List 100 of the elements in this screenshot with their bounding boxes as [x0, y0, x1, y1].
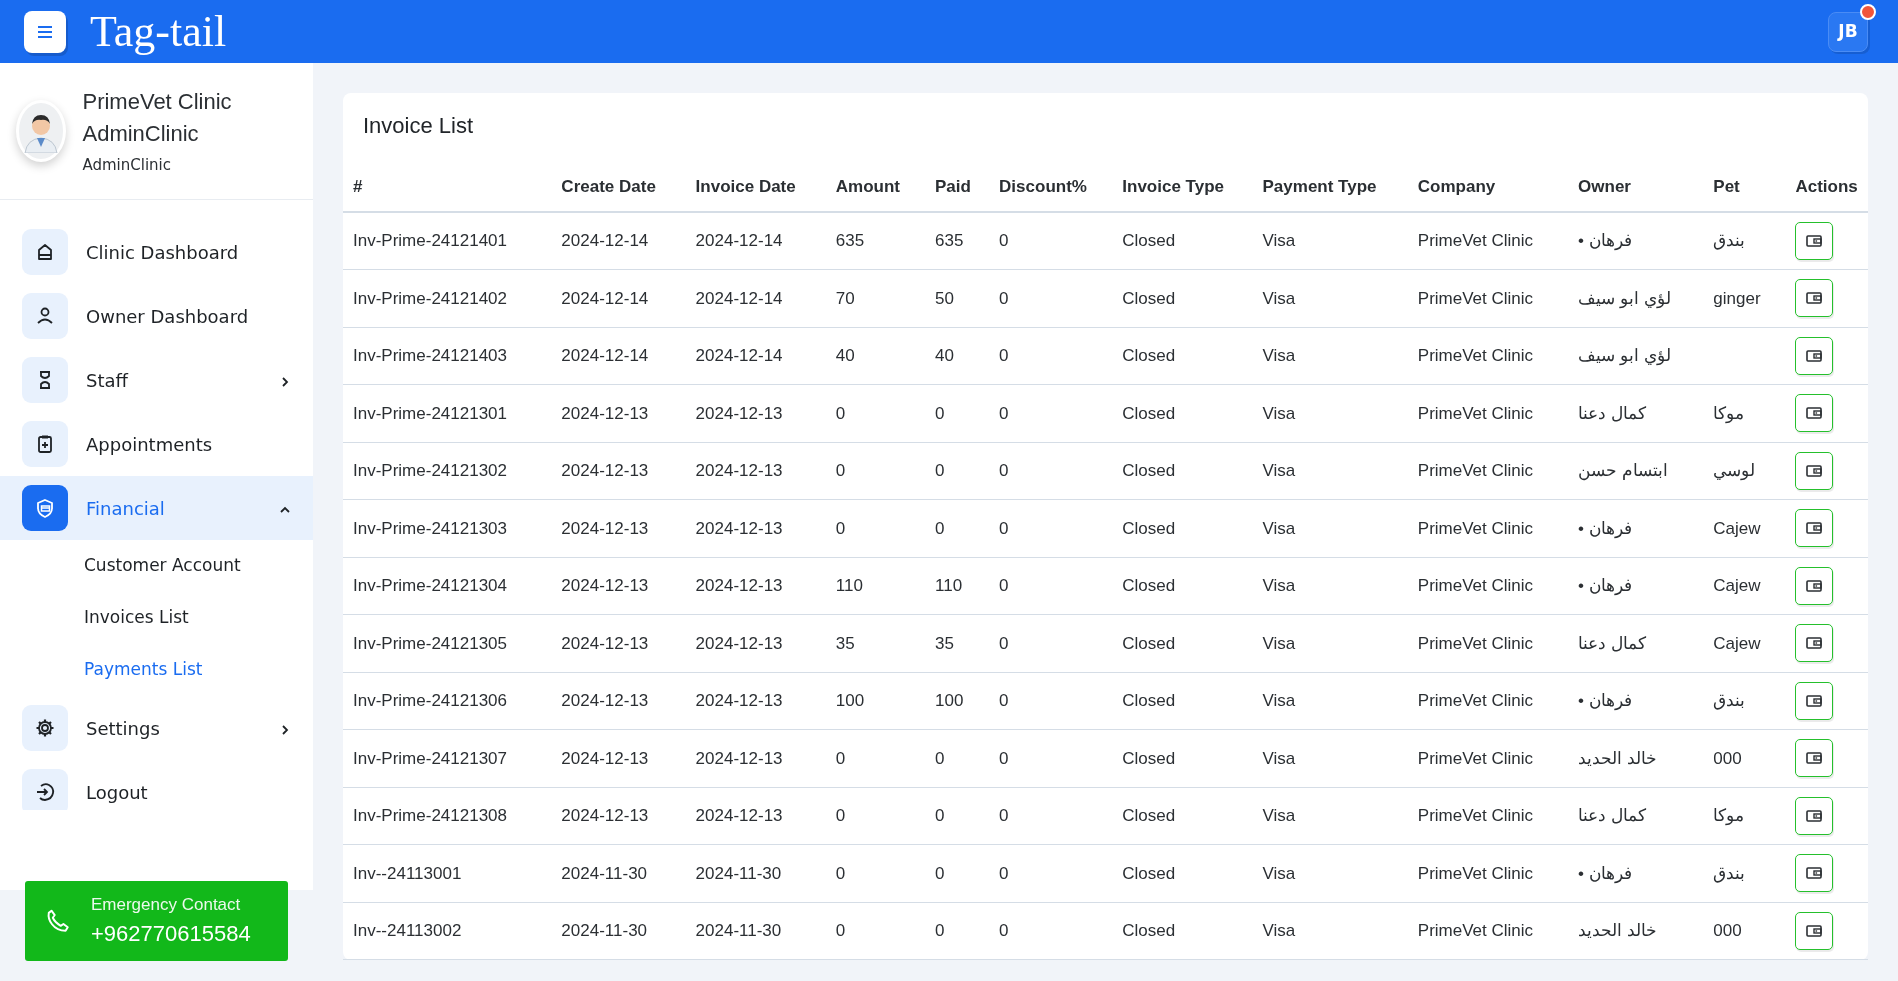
- table-cell: 0: [999, 921, 1009, 940]
- table-cell: Visa: [1262, 748, 1296, 768]
- card-title: Invoice List: [362, 112, 475, 140]
- table-cell: Closed: [1122, 346, 1176, 365]
- table-cell: 110: [835, 576, 863, 595]
- table-cell: 0: [999, 806, 1009, 825]
- payment-button[interactable]: [1795, 509, 1834, 548]
- table-cell: 2024-12-13: [561, 806, 649, 825]
- table-cell: 0: [835, 403, 846, 423]
- table-cell: 2024-12-14: [695, 288, 783, 308]
- table-cell: 0: [999, 346, 1009, 365]
- table-cell: 0: [999, 231, 1009, 251]
- table-cell: 0: [835, 461, 846, 480]
- table-cell: 2024-12-13: [561, 576, 649, 595]
- table-cell: PrimeVet Clinic: [1417, 518, 1534, 538]
- sidebar-item[interactable]: Financial: [0, 476, 313, 540]
- submenu-item[interactable]: Invoices List: [0, 592, 313, 644]
- table-cell: 2024-11-30: [561, 921, 648, 940]
- payment-button[interactable]: [1795, 394, 1834, 433]
- table-cell: Inv-Prime-24121304: [353, 576, 508, 595]
- emergency-label: Emergency Contact: [91, 893, 242, 916]
- wallet-icon: [1806, 636, 1823, 651]
- table-cell: Closed: [1122, 691, 1176, 710]
- table-cell: PrimeVet Clinic: [1417, 921, 1534, 940]
- table-cell: Visa: [1262, 691, 1296, 710]
- table-cell: PrimeVet Clinic: [1417, 231, 1534, 251]
- table-cell: موكا: [1713, 806, 1745, 825]
- payment-button[interactable]: [1795, 681, 1834, 720]
- sidebar-item[interactable]: Logout: [0, 760, 313, 810]
- table-cell: ginger: [1713, 288, 1761, 308]
- table-cell: 2024-12-13: [561, 461, 649, 480]
- wallet-icon: [1806, 521, 1823, 536]
- table-cell: Visa: [1262, 863, 1296, 883]
- table-cell: 2024-11-30: [695, 863, 782, 883]
- column-header: Company: [1407, 152, 1569, 212]
- table-cell: Visa: [1262, 518, 1296, 538]
- table-cell: Visa: [1262, 921, 1296, 940]
- table-cell: • فرهان: [1578, 231, 1632, 251]
- table-cell: Closed: [1122, 461, 1176, 480]
- table-cell: • فرهان: [1578, 863, 1632, 883]
- table-cell: 0: [835, 806, 846, 825]
- wallet-icon: [1806, 578, 1823, 593]
- column-header: #: [343, 152, 552, 212]
- table-cell: Inv-Prime-24121308: [353, 806, 508, 825]
- payment-button[interactable]: [1795, 451, 1834, 490]
- phone-number: +962770615584: [91, 920, 251, 949]
- table-cell: 0: [999, 518, 1009, 538]
- payment-button[interactable]: [1795, 796, 1834, 835]
- table-cell: بندق: [1713, 863, 1746, 883]
- table-cell: Closed: [1122, 748, 1176, 768]
- wallet-icon: [1806, 406, 1823, 421]
- table-cell: 0: [999, 691, 1009, 710]
- table-cell: PrimeVet Clinic: [1417, 461, 1534, 480]
- payment-button[interactable]: [1795, 222, 1834, 260]
- column-header: Owner: [1568, 152, 1704, 212]
- table-cell: Closed: [1122, 633, 1176, 653]
- table-cell: 0: [935, 863, 945, 883]
- app-logo: Tag-tail: [90, 9, 227, 54]
- table-cell: 40: [935, 346, 954, 365]
- table-cell: 635: [935, 231, 964, 251]
- chevron-icon: [279, 723, 291, 736]
- sidebar-item[interactable]: Clinic Dashboard: [0, 220, 313, 284]
- wallet-icon: [1806, 291, 1823, 306]
- table-cell: 0: [999, 461, 1009, 480]
- payment-button[interactable]: [1795, 566, 1834, 605]
- column-header: Pet: [1703, 152, 1786, 212]
- table-cell: 0: [935, 403, 945, 423]
- payment-button[interactable]: [1795, 336, 1834, 375]
- table-cell: 2024-12-13: [695, 403, 783, 423]
- table-cell: Inv-Prime-24121402: [353, 288, 508, 308]
- wallet-icon: [1806, 463, 1823, 478]
- payment-button[interactable]: [1795, 911, 1834, 950]
- menu-button[interactable]: [24, 10, 66, 53]
- table-cell: Visa: [1262, 576, 1296, 595]
- table-cell: PrimeVet Clinic: [1417, 288, 1534, 308]
- table-cell: Inv-Prime-24121302: [353, 461, 508, 480]
- submenu-item[interactable]: Customer Account: [0, 540, 313, 592]
- payment-button[interactable]: [1795, 739, 1834, 778]
- sidebar-item[interactable]: Owner Dashboard: [0, 284, 313, 348]
- table-cell: Inv-Prime-24121305: [353, 633, 508, 653]
- table-cell: • فرهان: [1578, 576, 1632, 595]
- user-avatar-button[interactable]: JB: [1828, 11, 1868, 52]
- table-cell: 0: [999, 576, 1009, 595]
- sidebar-item[interactable]: Staff: [0, 348, 313, 412]
- table-cell: Visa: [1262, 403, 1296, 423]
- column-header: Discount%: [989, 152, 1113, 212]
- payment-button[interactable]: [1795, 279, 1834, 318]
- table-cell: 0: [835, 748, 846, 768]
- payment-button[interactable]: [1795, 854, 1834, 893]
- table-cell: بندق: [1713, 231, 1746, 251]
- shield-card-icon: [34, 497, 56, 519]
- table-cell: 2024-12-14: [561, 231, 649, 251]
- table-cell: بندق: [1713, 691, 1746, 710]
- table-cell: 2024-12-13: [561, 518, 649, 538]
- table-cell: 50: [935, 288, 954, 308]
- payment-button[interactable]: [1795, 624, 1834, 663]
- sidebar-item[interactable]: Appointments: [0, 412, 313, 476]
- sidebar-item[interactable]: Settings: [0, 696, 313, 760]
- submenu-item[interactable]: Payments List: [0, 644, 313, 696]
- table-cell: خالد الحديد: [1578, 921, 1657, 940]
